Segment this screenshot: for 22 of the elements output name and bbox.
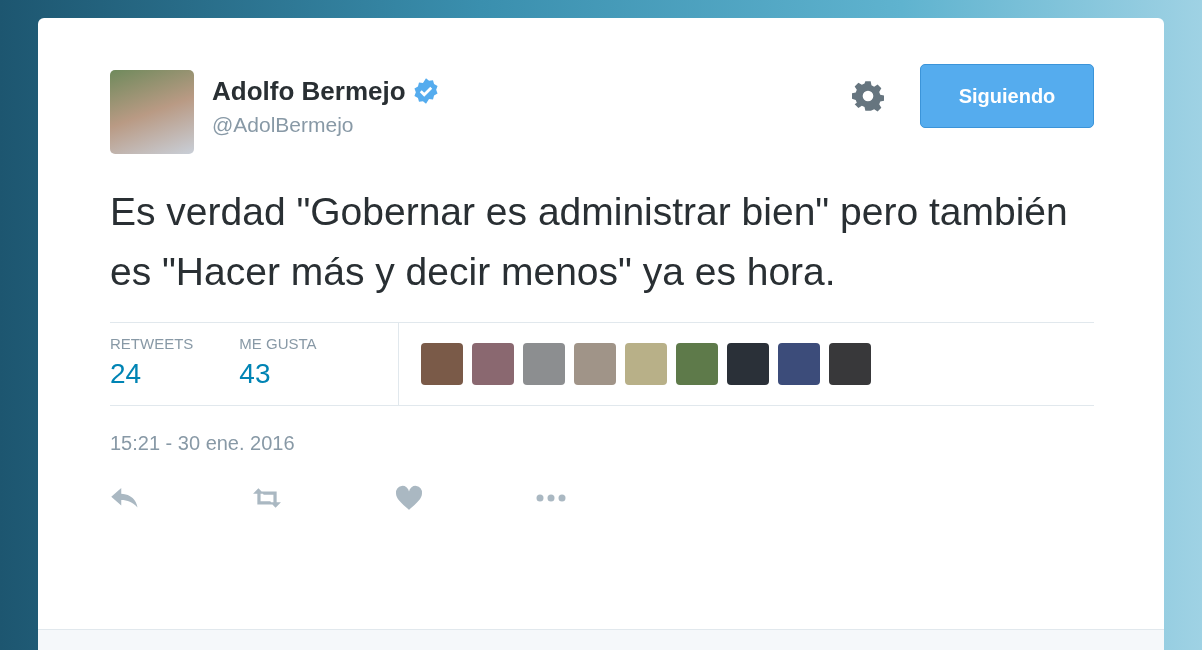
settings-icon[interactable] — [852, 80, 884, 112]
user-avatar-placeholder[interactable] — [574, 343, 616, 385]
user-avatar-placeholder[interactable] — [676, 343, 718, 385]
user-avatar-placeholder[interactable] — [727, 343, 769, 385]
user-avatar-placeholder[interactable] — [778, 343, 820, 385]
stat-label: RETWEETS — [110, 335, 194, 352]
user-avatar-placeholder[interactable] — [829, 343, 871, 385]
avatar-photo-placeholder[interactable] — [110, 70, 194, 154]
retweet-icon[interactable] — [252, 485, 282, 511]
user-avatar-placeholder[interactable] — [421, 343, 463, 385]
user-avatar-placeholder[interactable] — [523, 343, 565, 385]
tweet-timestamp: 15:21 - 30 ene. 2016 — [110, 432, 296, 455]
tweet-text: Es verdad "Gobernar es administrar bien" pero también es "Hacer más y decir menos" ya es hora. — [110, 189, 1069, 295]
stat-count[interactable]: 43 — [239, 358, 317, 390]
user-avatar-placeholder[interactable] — [472, 343, 514, 385]
heart-icon[interactable] — [394, 485, 424, 511]
author-name[interactable]: Adolfo Bermejo — [212, 75, 406, 107]
author-handle[interactable]: @AdolBermejo — [212, 112, 852, 137]
stat-count[interactable]: 24 — [110, 358, 194, 390]
following-button[interactable]: Siguiendo — [920, 64, 1094, 128]
stat-label: ME GUSTA — [239, 335, 317, 352]
user-avatar-placeholder[interactable] — [625, 343, 667, 385]
